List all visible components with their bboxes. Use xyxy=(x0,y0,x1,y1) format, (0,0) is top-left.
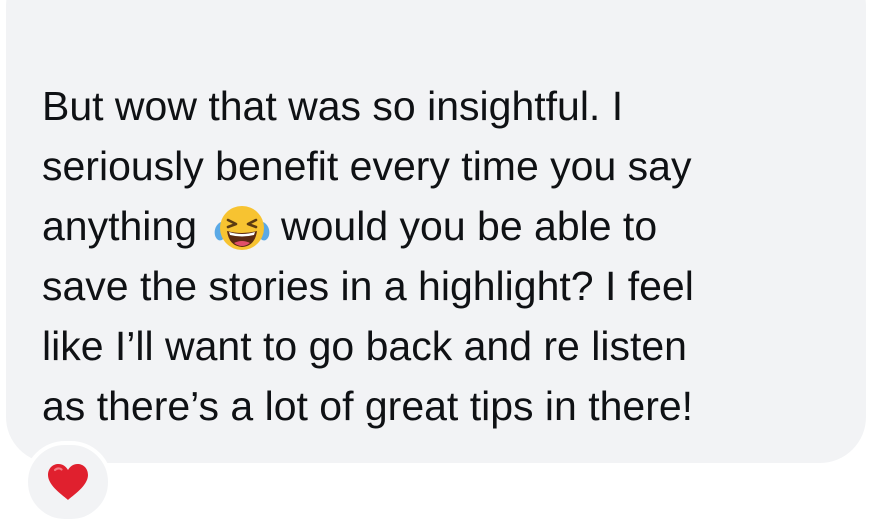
red-heart-icon xyxy=(48,464,88,500)
message-text: But wow that was so insightful. I seriou… xyxy=(42,76,842,436)
message-line-1: But wow that was so insightful. I xyxy=(42,83,624,129)
message-line-4: save the stories in a highlight? I feel xyxy=(42,263,694,309)
message-line-3-start: anything xyxy=(42,203,198,249)
message-line-5: like I’ll want to go back and re listen xyxy=(42,323,687,369)
chat-view: But wow that was so insightful. I seriou… xyxy=(0,0,886,523)
reaction-badge[interactable] xyxy=(24,441,112,523)
face-with-tears-of-joy-icon xyxy=(214,206,270,250)
message-line-2: seriously benefit every time you say xyxy=(42,143,692,189)
message-line-3-end: would you be able to xyxy=(281,203,658,249)
message-line-3: anything would you be able to xyxy=(42,196,842,256)
message-line-6: as there’s a lot of great tips in there! xyxy=(42,383,694,429)
